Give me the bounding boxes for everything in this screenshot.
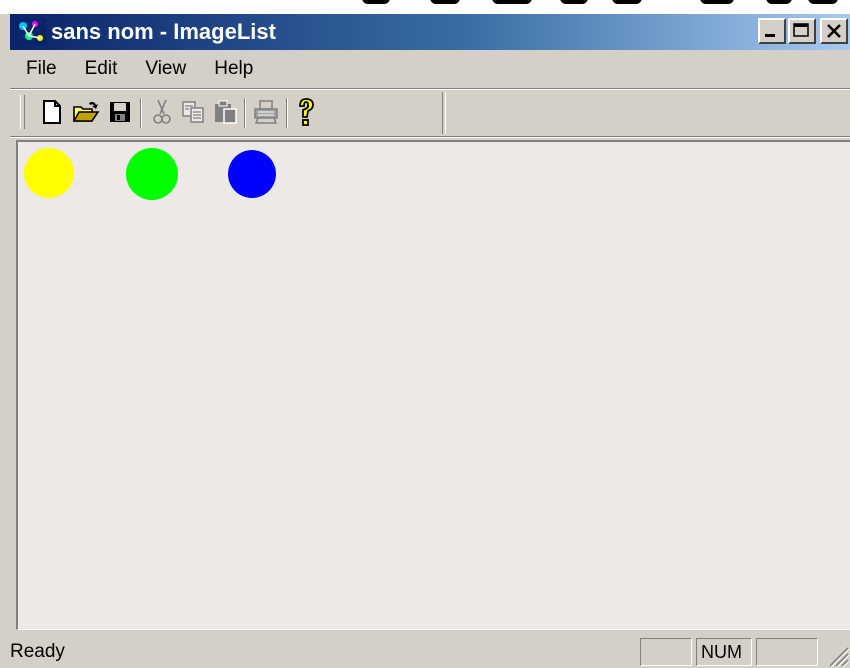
new-document-icon (43, 100, 61, 124)
about-button[interactable] (290, 96, 322, 128)
help-question-icon (299, 98, 314, 126)
client-area[interactable] (16, 140, 850, 630)
maximize-icon (793, 23, 809, 37)
toolbar-separator (244, 98, 246, 128)
menu-file[interactable]: File (10, 58, 69, 80)
toolbar-top-divider (10, 88, 850, 90)
menu-view[interactable]: View (129, 58, 198, 80)
cropped-top-strip (0, 0, 850, 14)
scissors-icon (153, 99, 171, 124)
app-icon[interactable] (15, 18, 47, 46)
close-button[interactable] (820, 18, 848, 44)
toolbar-separator (140, 98, 142, 128)
status-text: Ready (10, 641, 65, 662)
title-bar[interactable]: sans nom - ImageList (10, 14, 850, 50)
minimize-icon (765, 34, 775, 37)
menu-help[interactable]: Help (198, 58, 265, 80)
blue-circle-image (228, 150, 276, 198)
toolbar-separator (286, 98, 288, 128)
copy-button[interactable] (178, 96, 210, 128)
close-icon (827, 24, 841, 38)
new-button[interactable] (36, 96, 68, 128)
menu-edit[interactable]: Edit (69, 58, 130, 80)
yellow-circle-image (24, 148, 74, 198)
paste-button[interactable] (210, 96, 242, 128)
print-button[interactable] (250, 96, 282, 128)
printer-icon (254, 100, 278, 124)
save-button[interactable] (104, 96, 136, 128)
open-button[interactable] (70, 96, 102, 128)
resize-grip-icon[interactable] (824, 642, 850, 668)
maximize-button[interactable] (788, 18, 816, 44)
status-bar: Ready NUM (10, 636, 850, 668)
save-disk-icon (110, 102, 130, 122)
minimize-button[interactable] (758, 18, 786, 44)
status-pane-num: NUM (696, 638, 752, 666)
green-circle-image (126, 148, 178, 200)
open-folder-icon (72, 101, 100, 122)
cut-button[interactable] (146, 96, 178, 128)
toolbar-end-divider (442, 92, 446, 134)
status-pane-caps (640, 638, 692, 666)
copy-icon (182, 101, 204, 123)
paste-icon (215, 100, 237, 124)
toolbar (10, 92, 850, 134)
status-pane-scroll (756, 638, 818, 666)
window-title: sans nom - ImageList (51, 19, 276, 44)
toolbar-grip[interactable] (20, 95, 25, 129)
window-controls (758, 18, 848, 44)
toolbar-bottom-divider (10, 136, 850, 138)
menu-bar: File Edit View Help (10, 52, 850, 86)
